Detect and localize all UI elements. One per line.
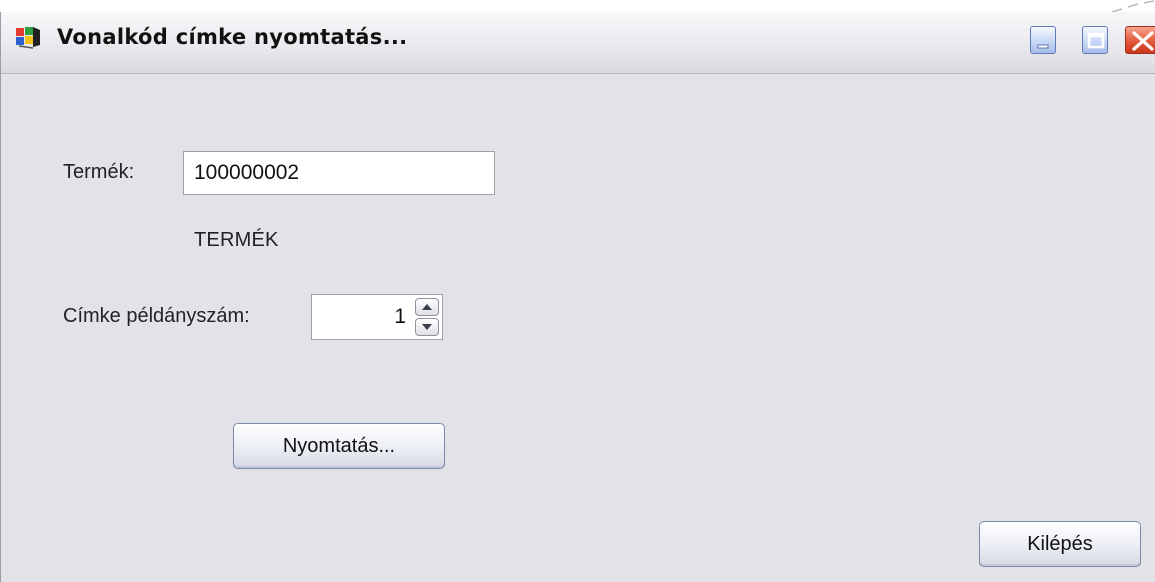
close-button[interactable] bbox=[1125, 26, 1155, 54]
spinner-down-button[interactable] bbox=[415, 318, 439, 336]
arrow-up-icon bbox=[422, 304, 432, 310]
product-name-text: TERMÉK bbox=[194, 229, 279, 251]
close-icon bbox=[1132, 31, 1154, 51]
app-icon bbox=[16, 27, 40, 49]
product-label: Termék: bbox=[63, 161, 135, 183]
title-bar[interactable]: Vonalkód címke nyomtatás... bbox=[1, 12, 1155, 74]
spinner-up-button[interactable] bbox=[415, 298, 439, 316]
exit-button[interactable]: Kilépés bbox=[979, 521, 1141, 567]
maximize-button[interactable] bbox=[1082, 26, 1108, 54]
minimize-button[interactable] bbox=[1030, 26, 1056, 54]
print-label-window: Vonalkód címke nyomtatás... Termék: TERM… bbox=[0, 12, 1155, 582]
arrow-down-icon bbox=[422, 324, 432, 330]
product-input[interactable] bbox=[183, 151, 495, 195]
copies-spinner[interactable]: 1 bbox=[311, 294, 443, 340]
print-button[interactable]: Nyomtatás... bbox=[233, 423, 445, 469]
copies-label: Címke példányszám: bbox=[63, 305, 250, 327]
copies-value[interactable]: 1 bbox=[394, 295, 406, 339]
maximize-icon bbox=[1087, 32, 1105, 49]
window-title: Vonalkód címke nyomtatás... bbox=[57, 25, 408, 49]
minimize-icon bbox=[1037, 44, 1049, 49]
